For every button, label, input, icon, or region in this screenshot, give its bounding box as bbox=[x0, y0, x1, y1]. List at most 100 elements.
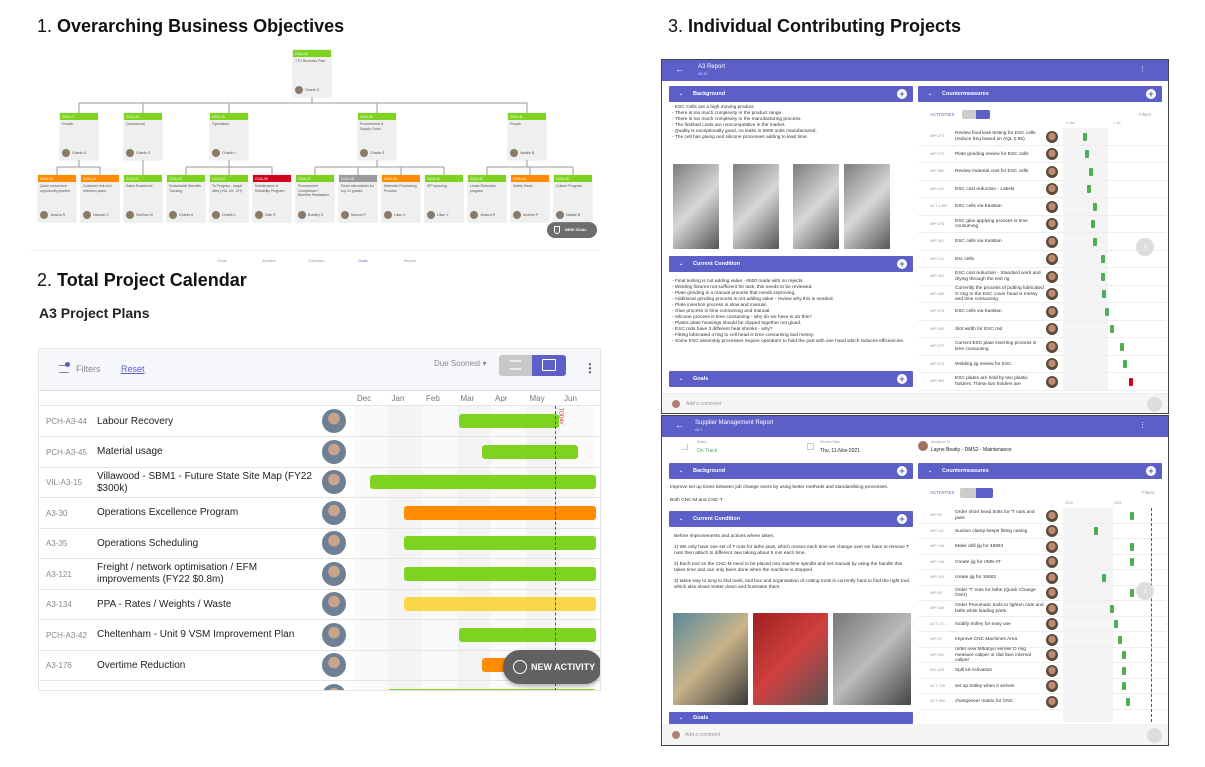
countermeasure-row[interactable]: IMP-97 Improve CNC Machines Area bbox=[918, 632, 1166, 648]
countermeasure-row[interactable]: IMP-106 Create jig for VM5-4T bbox=[918, 555, 1166, 570]
countermeasure-row[interactable]: IMP-188 Order Pneumatic tools to tighten … bbox=[918, 601, 1166, 629]
more-menu-icon[interactable]: ⋮ bbox=[1139, 65, 1146, 73]
activity-bar[interactable] bbox=[1122, 360, 1127, 369]
nav-item-checklists[interactable]: Checklists bbox=[301, 259, 331, 263]
activity-bar[interactable] bbox=[1118, 635, 1123, 644]
countermeasure-row[interactable]: IMP-375 Plate grinding review for ESC cel… bbox=[918, 146, 1166, 163]
activity-bar[interactable] bbox=[1082, 132, 1087, 141]
project-name[interactable] bbox=[97, 681, 317, 691]
nav-item-activities[interactable]: Activities bbox=[254, 259, 284, 263]
countermeasure-row[interactable]: IMP-90 Order 'T' nuts for lathe (Quick Ch… bbox=[918, 586, 1166, 601]
activity-bar[interactable] bbox=[1130, 589, 1135, 598]
current-condition-section-header[interactable]: ⌄ Current Condition + bbox=[669, 256, 913, 272]
project-name[interactable]: Villawood - SBM1 - Future State Site Map… bbox=[97, 467, 317, 498]
activity-bar[interactable] bbox=[1091, 220, 1096, 229]
goal-card[interactable]: GOA-30 IPP sourcing Lilian V bbox=[425, 175, 463, 222]
nav-item-goals[interactable]: Goals bbox=[348, 259, 378, 263]
table-row[interactable]: PCH-A3-42 Cheltenham - Unit 9 VSM Improve… bbox=[39, 620, 600, 651]
goal-card[interactable]: GOA-20 Commercial Charlie S bbox=[124, 113, 162, 160]
countermeasure-row[interactable]: IMP-111 Suction clamp keeps fitting casin… bbox=[918, 524, 1166, 551]
filters-button[interactable]: Filters bbox=[76, 364, 101, 374]
project-name[interactable]: Freight / network optimisation / EFM imp… bbox=[97, 559, 317, 590]
add-icon[interactable]: + bbox=[897, 466, 907, 476]
calendar-view-icon[interactable] bbox=[976, 488, 993, 498]
goal-card[interactable]: GOA-19 Customer risk and retention plans H… bbox=[81, 175, 119, 222]
add-icon[interactable]: + bbox=[1146, 89, 1156, 99]
new-activity-button[interactable]: NEW ACTIVITY bbox=[503, 650, 600, 684]
countermeasure-row[interactable]: IMP-374 Welding jig review for ESC bbox=[918, 356, 1166, 373]
filters-button[interactable]: Filters bbox=[1139, 112, 1151, 117]
activity-bar[interactable] bbox=[1087, 185, 1092, 194]
countermeasure-row[interactable]: IMP-373 Review final leak testing for ESC… bbox=[918, 128, 1166, 146]
activity-bar[interactable] bbox=[1093, 527, 1098, 536]
table-row[interactable]: A3-121 Freight / network optimisation / E… bbox=[39, 559, 600, 590]
project-name[interactable]: PPA - Rates / Weights / Waste bbox=[97, 589, 317, 620]
goal-card[interactable]: GOA-22 Operations Charlie L bbox=[210, 113, 248, 160]
nav-item-reports[interactable]: Reports bbox=[395, 259, 425, 263]
project-name[interactable]: Operations Scheduling bbox=[97, 528, 317, 559]
countermeasure-row[interactable]: IMP-377 Current ESC plate inserting proce… bbox=[918, 338, 1166, 356]
countermeasures-section-header[interactable]: ⌄ Countermeasures + bbox=[918, 463, 1162, 479]
table-row[interactable]: A3-134 PPA - Rates / Weights / Waste bbox=[39, 589, 600, 620]
calendar-view-button[interactable] bbox=[532, 355, 566, 376]
countermeasure-row[interactable]: IMP-421 ESC cost reduction - Standard wor… bbox=[918, 268, 1166, 286]
gantt-bar[interactable] bbox=[458, 414, 559, 428]
countermeasure-row[interactable]: IMP-209 order new Mitutoyo vernier D ring… bbox=[918, 647, 1166, 663]
gantt-bar[interactable] bbox=[403, 536, 596, 550]
gantt-bar[interactable] bbox=[403, 505, 596, 520]
activity-bar[interactable] bbox=[1102, 290, 1107, 299]
nav-item-guide[interactable]: Guide bbox=[207, 259, 237, 263]
countermeasure-row[interactable]: INC-503 Spill kit Activation bbox=[918, 663, 1166, 679]
next-arrow-button[interactable]: › bbox=[1136, 582, 1154, 600]
goals-section-header[interactable]: ⌄ Goals bbox=[669, 712, 913, 724]
countermeasure-row[interactable]: IMP-381 ESC plates are held by two plasti… bbox=[918, 373, 1166, 391]
list-view-button[interactable] bbox=[499, 355, 532, 376]
add-icon[interactable]: + bbox=[897, 514, 907, 524]
goal-card[interactable]: GOA-17 Growth Charlie A bbox=[60, 113, 98, 160]
new-goal-button[interactable]: NEW GOAL bbox=[547, 222, 597, 238]
goal-card[interactable]: GOA-28 Resin alternatives for top 10 grad… bbox=[339, 175, 377, 222]
activity-bar[interactable] bbox=[1085, 150, 1089, 159]
filters-button[interactable]: Filters bbox=[1142, 490, 1154, 495]
goal-card[interactable]: GOA-26 Procurement & Supply Chain Charlie … bbox=[358, 113, 396, 160]
project-name[interactable]: Overtime Reduction bbox=[97, 650, 317, 681]
activity-bar[interactable] bbox=[1113, 620, 1118, 629]
activity-bar[interactable] bbox=[1100, 272, 1105, 281]
countermeasure-row[interactable]: IMP-385 Currently the process of putting … bbox=[918, 286, 1166, 303]
goal-card[interactable]: GOA-31 People Natalie B bbox=[508, 113, 546, 160]
goal-card[interactable]: GOA-25 Maintenance & Reliability Program D… bbox=[253, 175, 291, 222]
activity-bar[interactable] bbox=[1092, 202, 1097, 211]
gantt-bar[interactable] bbox=[403, 597, 596, 611]
project-name[interactable]: Operations Excellence Program bbox=[97, 498, 317, 529]
countermeasure-row[interactable]: ACT-721 modify trolley for easy use bbox=[918, 617, 1166, 632]
gantt-bar[interactable] bbox=[458, 627, 596, 642]
comment-input[interactable]: Add a comment bbox=[686, 401, 721, 407]
countermeasure-row[interactable]: IMP-422 ESC cost reduction - Labels bbox=[918, 181, 1166, 198]
goal-card[interactable]: GOA-18 Quick conversion opportunity pipel… bbox=[38, 175, 76, 222]
countermeasure-row[interactable]: IMP-478 ESC cells via KanBan bbox=[918, 303, 1166, 321]
goals-section-header[interactable]: ⌄ Goals + bbox=[669, 371, 913, 387]
activity-bar[interactable] bbox=[1130, 511, 1135, 520]
back-arrow-icon[interactable]: ← bbox=[675, 420, 684, 430]
activity-bar[interactable] bbox=[1128, 377, 1133, 386]
countermeasure-row[interactable]: IMP-376 ESC glue applying process is time… bbox=[918, 216, 1166, 233]
view-toggle[interactable] bbox=[962, 110, 990, 119]
background-section-header[interactable]: ⌄ Background + bbox=[669, 86, 913, 102]
activity-bar[interactable] bbox=[1122, 666, 1127, 675]
comment-input[interactable]: Add a comment bbox=[685, 732, 720, 738]
goal-card[interactable]: GOA-27 Procurement Compliance / Benefits … bbox=[296, 175, 334, 222]
project-name[interactable]: Material usage bbox=[97, 437, 317, 468]
countermeasures-section-header[interactable]: ⌄ Countermeasures + bbox=[918, 86, 1162, 102]
add-icon[interactable]: + bbox=[897, 259, 907, 269]
project-name[interactable]: Cheltenham - Unit 9 VSM Improvement Plan bbox=[97, 620, 317, 651]
activity-bar[interactable] bbox=[1130, 558, 1135, 567]
next-arrow-button[interactable]: › bbox=[1136, 238, 1154, 256]
reset-link[interactable]: Reset bbox=[121, 364, 145, 374]
calendar-view-icon[interactable] bbox=[976, 110, 990, 119]
table-row[interactable]: PCH-A3-44 Labour Recovery bbox=[39, 406, 600, 437]
activity-bar[interactable] bbox=[1120, 342, 1125, 351]
activity-bar[interactable] bbox=[1101, 573, 1106, 582]
current-condition-section-header[interactable]: ⌄ Current Condition + bbox=[669, 511, 913, 527]
table-row[interactable]: A3-30 Operations Excellence Program bbox=[39, 498, 600, 529]
countermeasure-row[interactable]: IMP-387 ESC cells via KanBan bbox=[918, 233, 1166, 251]
